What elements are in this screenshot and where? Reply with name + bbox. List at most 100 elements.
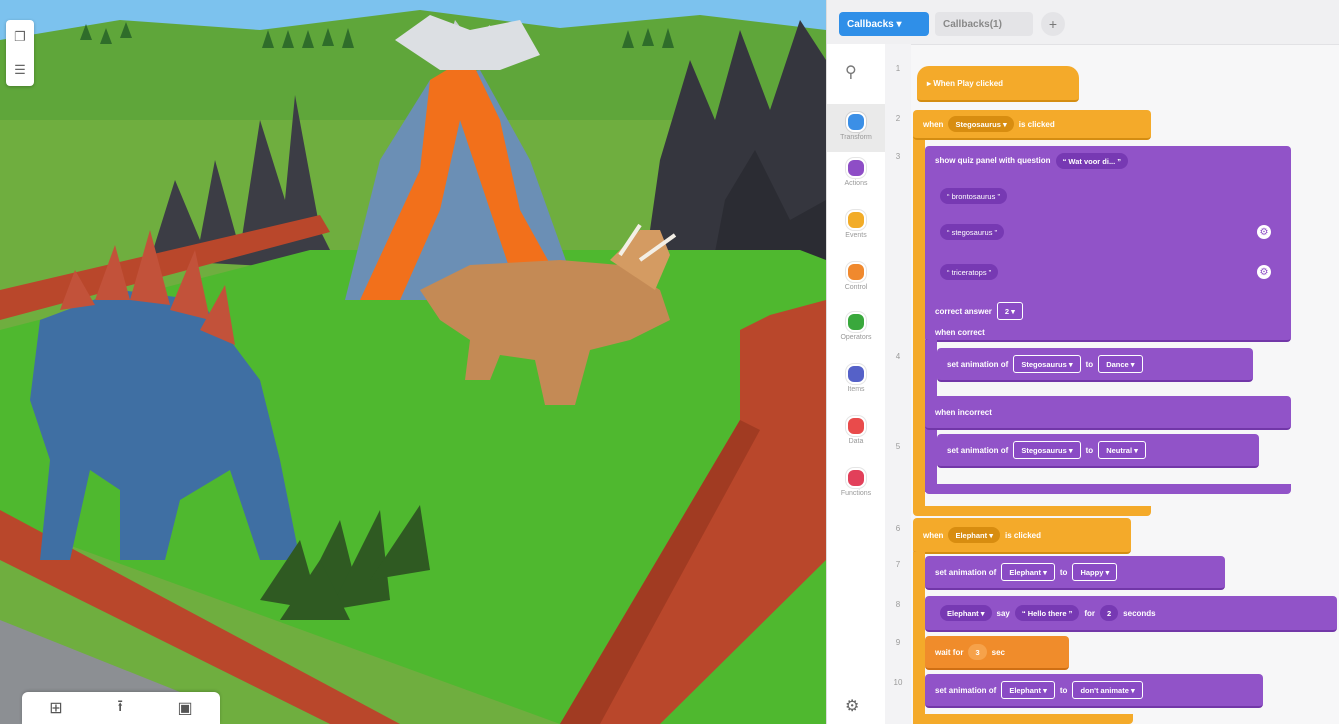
transform-icon [846,112,866,132]
to-label: to [1085,445,1094,455]
category-items[interactable]: Items [827,364,885,393]
settings-gear-icon[interactable]: ⚙ [845,696,859,716]
items-icon [846,364,866,384]
wait-duration-input[interactable]: 3 [968,644,987,660]
line-number: 3 [895,152,901,161]
say-block[interactable]: Elephant ▾ say “ Hello there ” for 2 sec… [925,596,1337,632]
target-dropdown[interactable]: Stegosaurus ▾ [1013,441,1081,459]
category-control[interactable]: Control [827,262,885,291]
option-stegosaurus[interactable]: “ stegosaurus ” [940,224,1005,240]
correct-answer-row: correct answer 2 ▾ [935,302,1028,320]
category-actions[interactable]: Actions [827,158,885,187]
block-categories: ⚲ Transform Actions Events Control Opera… [827,44,886,724]
code-editor: Callbacks ▾ Callbacks(1) + ⚲ Transform A… [826,0,1339,724]
set-animation-label: set animation of [935,685,997,695]
when-incorrect-block: when incorrect [925,396,1291,430]
when-play-clicked-label: ▸ When Play clicked [927,78,1004,88]
option-gear-icon[interactable]: ⚙ [1257,225,1271,239]
quiz-block-footer [925,484,1291,494]
target-dropdown[interactable]: Elephant ▾ [1001,563,1055,581]
when-label: when [923,119,944,129]
set-animation-label: set animation of [947,359,1009,369]
category-functions[interactable]: Functions [827,468,885,497]
scene-bottom-toolbar: ⊞ ⭱ ▣ [22,692,220,724]
say-label: say [996,608,1010,618]
animation-dropdown[interactable]: don't animate ▾ [1072,681,1143,699]
correct-answer-dropdown[interactable]: 2 ▾ [996,302,1023,320]
scene-corner-toolbar: ❐ ☰ [6,20,34,86]
grid-icon[interactable]: ⊞ [49,698,62,718]
option-brontosaurus[interactable]: “ brontosaurus ” [940,188,1007,204]
event-block-spine [913,130,925,514]
option-gear-icon[interactable]: ⚙ [1257,265,1271,279]
when-clicked-block[interactable]: when Stegosaurus ▾ is clicked [913,110,1151,140]
option-triceratops[interactable]: “ triceratops ” [940,264,999,280]
when-play-clicked-block[interactable]: ▸ When Play clicked [917,66,1079,102]
animation-dropdown[interactable]: Neutral ▾ [1098,441,1146,459]
category-transform[interactable]: Transform [827,104,885,152]
category-data[interactable]: Data [827,416,885,445]
elephant-dropdown[interactable]: Elephant ▾ [948,527,1000,543]
category-events[interactable]: Events [827,210,885,239]
wait-block[interactable]: wait for 3 sec [925,636,1069,670]
when-correct-label: when correct [935,328,985,337]
scene-viewport[interactable]: ❐ ☰ ⊞ ⭱ ▣ [0,0,826,724]
duration-input[interactable]: 2 [1100,605,1119,621]
search-icon[interactable]: ⚲ [845,62,857,82]
scene-render [0,0,826,724]
correct-answer-label: correct answer [935,306,992,316]
operators-icon [846,312,866,332]
tab-callbacks[interactable]: Callbacks ▾ [839,12,929,36]
set-animation-block[interactable]: set animation of Elephant ▾ to don't ani… [925,674,1263,708]
stegosaurus-dropdown[interactable]: Stegosaurus ▾ [948,116,1014,132]
data-icon [846,416,866,436]
set-animation-label: set animation of [947,445,1009,455]
category-operators[interactable]: Operators [827,312,885,341]
tab-callbacks-1[interactable]: Callbacks(1) [935,12,1033,36]
upload-icon[interactable]: ⭱ [117,695,123,722]
event-block-spine [913,552,925,724]
actions-icon [846,158,866,178]
to-label: to [1059,685,1068,695]
functions-icon [846,468,866,488]
target-dropdown[interactable]: Stegosaurus ▾ [1013,355,1081,373]
line-number: 1 [895,64,901,73]
line-number: 7 [895,560,901,569]
line-number-gutter: 1 2 3 4 5 6 7 8 9 10 [885,44,911,724]
speaker-dropdown[interactable]: Elephant ▾ [940,605,992,621]
sec-label: sec [991,647,1005,657]
question-input[interactable]: “ Wat voor di... ” [1055,153,1129,169]
target-dropdown[interactable]: Elephant ▾ [1001,681,1055,699]
line-number: 5 [895,442,901,451]
is-clicked-label: is clicked [1004,530,1042,540]
set-animation-label: set animation of [935,567,997,577]
seconds-label: seconds [1123,608,1156,618]
animation-dropdown[interactable]: Dance ▾ [1098,355,1143,373]
to-label: to [1059,567,1068,577]
say-text-input[interactable]: “ Hello there ” [1014,605,1080,621]
set-animation-block[interactable]: set animation of Stegosaurus ▾ to Neutra… [937,434,1259,468]
event-block-footer [913,506,1151,516]
control-icon [846,262,866,282]
line-number: 6 [895,524,901,533]
animation-dropdown[interactable]: Happy ▾ [1072,563,1118,581]
line-number: 9 [895,638,901,647]
window-icon[interactable]: ❐ [14,30,26,43]
when-label: when [923,530,944,540]
events-icon [846,210,866,230]
wait-label: wait for [935,647,964,657]
add-tab-button[interactable]: + [1041,12,1065,36]
event-block-footer [913,714,1133,724]
set-animation-block[interactable]: set animation of Elephant ▾ to Happy ▾ [925,556,1225,590]
set-animation-block[interactable]: set animation of Stegosaurus ▾ to Dance … [937,348,1253,382]
gallery-icon[interactable]: ▣ [178,698,193,718]
line-number: 10 [893,678,903,687]
line-number: 8 [895,600,901,609]
line-number: 4 [895,352,901,361]
when-clicked-block[interactable]: when Elephant ▾ is clicked [913,518,1131,554]
block-workspace[interactable]: ▸ When Play clicked when Stegosaurus ▾ i… [911,44,1339,724]
quiz-label: show quiz panel with question [935,156,1051,165]
list-icon[interactable]: ☰ [14,63,26,76]
is-clicked-label: is clicked [1018,119,1055,129]
tab-bar: Callbacks ▾ Callbacks(1) + [827,0,1339,45]
